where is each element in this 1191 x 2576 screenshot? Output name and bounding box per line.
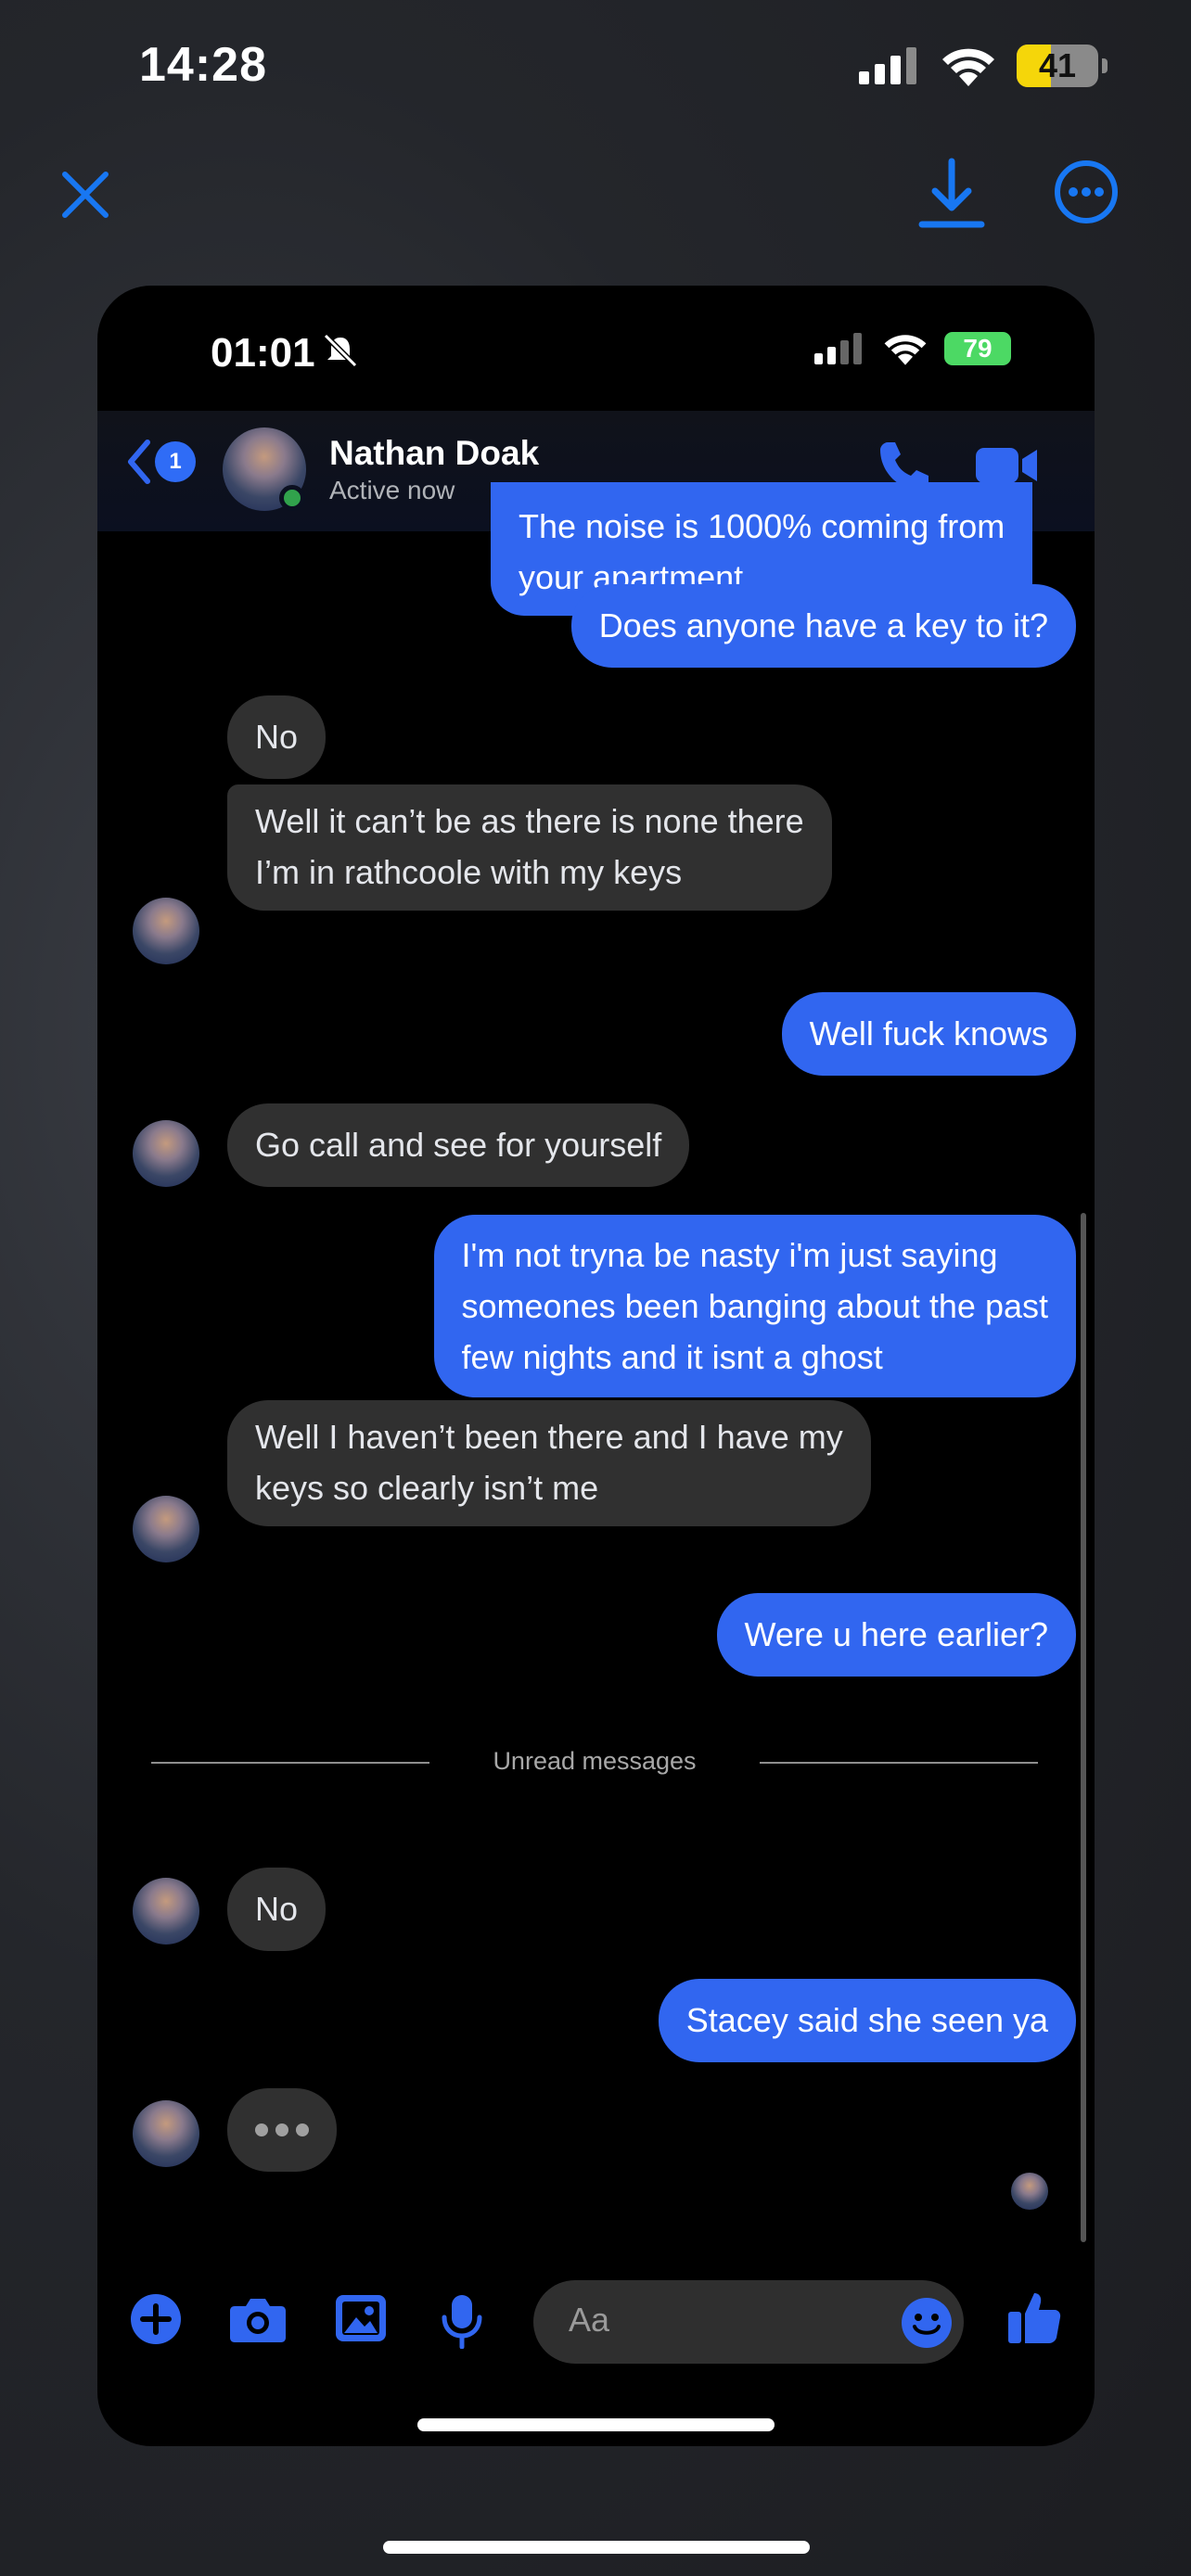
message-bubble-outgoing[interactable]: Stacey said she seen ya [658, 1979, 1076, 2062]
wifi-icon [942, 48, 994, 86]
message-input-container[interactable] [533, 2280, 964, 2364]
message-thread[interactable]: The noise is 1000% coming from your apar… [97, 482, 1095, 2251]
camera-icon[interactable] [229, 2293, 287, 2345]
inner-wifi-icon [884, 335, 927, 365]
message-bubble-incoming[interactable]: No [227, 1868, 327, 1951]
avatar[interactable] [133, 898, 199, 964]
message-input[interactable] [569, 2301, 884, 2340]
message-bubble-outgoing[interactable]: I'm not tryna be nasty i'm just saying s… [433, 1215, 1076, 1397]
unread-divider: Unread messages [151, 1743, 1038, 1780]
inner-signal-icon [814, 333, 862, 364]
bell-muted-icon [323, 333, 358, 368]
battery-level: 41 [1038, 46, 1077, 84]
battery-icon: 41 [1017, 45, 1098, 87]
device-status-bar: 14:28 41 [0, 0, 1191, 139]
inner-status-time: 01:01 [211, 330, 315, 376]
unread-badge: 1 [155, 441, 196, 482]
message-bubble-incoming[interactable]: No [227, 695, 327, 779]
message-bubble-incoming[interactable]: Go call and see for yourself [227, 1103, 690, 1187]
download-icon[interactable] [918, 158, 985, 232]
inner-battery-icon: 79 [944, 332, 1011, 365]
close-icon[interactable] [58, 167, 113, 223]
contact-name[interactable]: Nathan Doak [329, 434, 539, 473]
message-composer [97, 2265, 1095, 2377]
signal-icon [859, 47, 916, 84]
message-bubble-incoming[interactable]: Well it can’t be as there is none there … [227, 784, 832, 911]
inner-battery-level: 79 [963, 334, 992, 363]
emoji-icon[interactable] [901, 2297, 953, 2349]
thumbs-up-icon[interactable] [1006, 2289, 1062, 2345]
screenshot-preview: 01:01 79 1 Nathan Doak Active now The no… [97, 286, 1095, 2446]
status-time: 14:28 [139, 38, 267, 92]
chevron-left-icon [128, 440, 150, 484]
avatar[interactable] [133, 1496, 199, 1562]
gallery-icon[interactable] [334, 2293, 388, 2345]
message-bubble-outgoing[interactable]: Were u here earlier? [716, 1593, 1076, 1677]
back-button[interactable]: 1 [125, 439, 196, 485]
avatar[interactable] [133, 1120, 199, 1187]
message-bubble-outgoing[interactable]: Does anyone have a key to it? [570, 584, 1076, 668]
more-options-icon[interactable] [1054, 159, 1119, 224]
plus-icon[interactable] [130, 2293, 182, 2345]
avatar[interactable] [133, 2100, 199, 2167]
avatar[interactable] [133, 1878, 199, 1945]
viewer-toolbar [0, 148, 1191, 241]
message-bubble-incoming[interactable]: Well I haven’t been there and I have my … [227, 1400, 871, 1526]
message-bubble-outgoing[interactable]: Well fuck knows [781, 992, 1076, 1076]
scrollbar[interactable] [1081, 1213, 1086, 2242]
inner-status-bar: 01:01 79 [97, 286, 1095, 388]
seen-avatar [1011, 2173, 1048, 2210]
typing-indicator [227, 2088, 337, 2172]
home-indicator[interactable] [383, 2541, 810, 2554]
inner-home-indicator [417, 2418, 775, 2431]
microphone-icon[interactable] [441, 2293, 483, 2349]
